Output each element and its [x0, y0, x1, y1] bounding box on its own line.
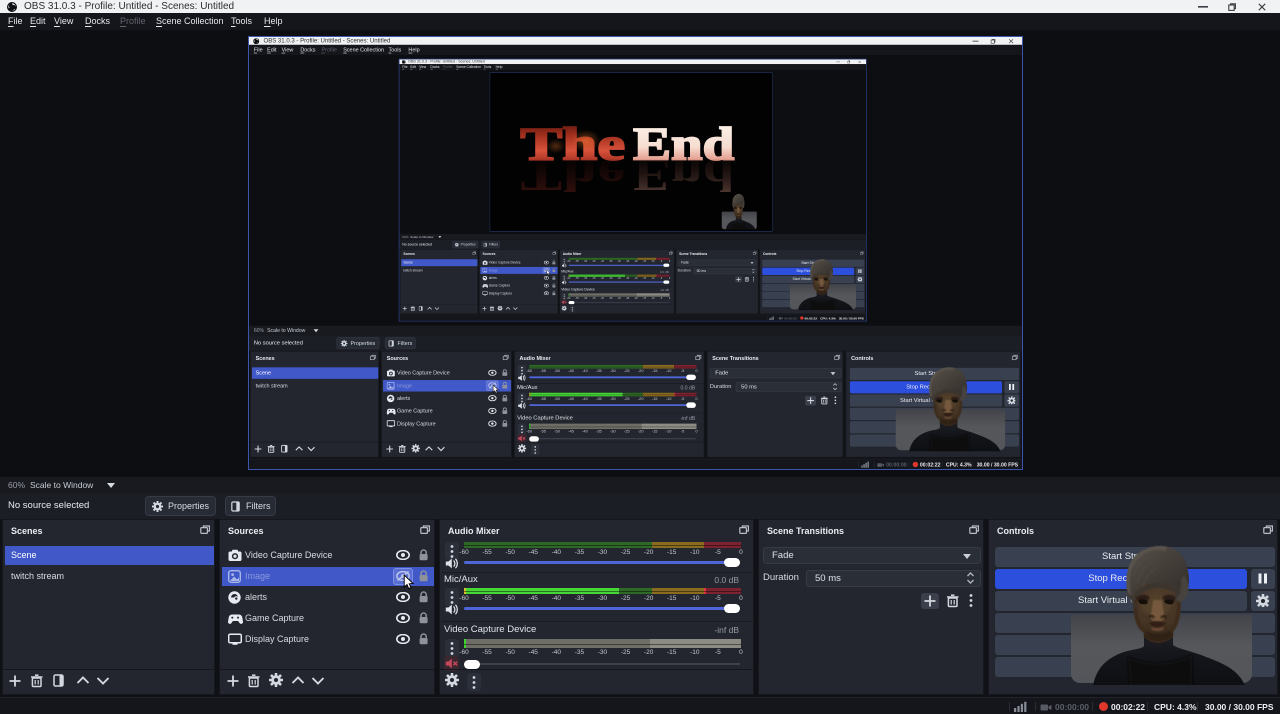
svg-text:The: The	[520, 148, 625, 200]
svg-text:End: End	[633, 148, 734, 200]
